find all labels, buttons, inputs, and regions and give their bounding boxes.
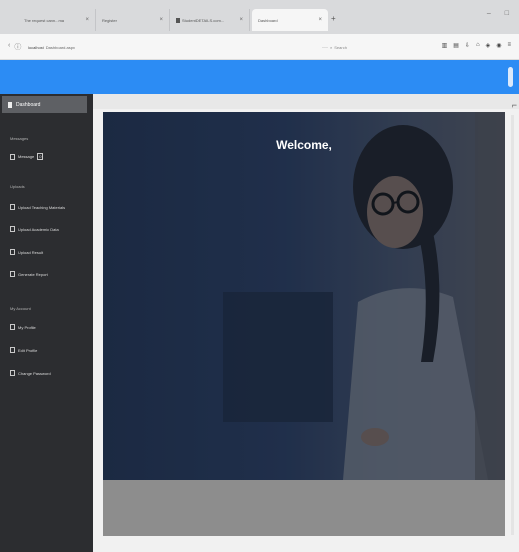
window-controls: – □: [487, 10, 509, 17]
message-icon: [10, 153, 15, 160]
tab-favicon-icon: [176, 17, 180, 23]
header-scroll-handle[interactable]: [508, 67, 513, 87]
back-icon[interactable]: ‹: [8, 42, 10, 52]
search-input[interactable]: ⌕ Search: [330, 41, 420, 54]
report-icon: [10, 271, 15, 277]
search-icon: ⌕: [330, 45, 333, 50]
profile-icon: [10, 324, 15, 330]
sidebar-item-label: Change Password: [18, 370, 51, 376]
sidebar-item-change-password[interactable]: Change Password: [10, 370, 51, 376]
sidebar-item-upload-teaching-materials[interactable]: Upload Teaching Materials: [10, 204, 65, 210]
sidebar-heading-messages: Messages: [10, 136, 29, 141]
sidebar-item-label: Message: [18, 154, 35, 159]
browser-tabstrip: The request cann...ma × Register × Stude…: [0, 0, 519, 34]
upload-icon: [10, 204, 15, 210]
sidebar-item-generate-report[interactable]: Generate Report: [10, 271, 48, 277]
browser-toolbar: ▥ ▤ ⇩ ⌂ ◈ ◉ ≡: [442, 42, 511, 49]
tab-dashboard[interactable]: Dashboard ×: [252, 9, 328, 31]
sidebar-item-edit-profile[interactable]: Edit Profile: [10, 347, 37, 353]
browser-navbar: ‹ ⓘ localhost Dashboard.aspx ··· ⌕ Searc…: [0, 34, 519, 60]
sidebar-item-label: Upload Academic Data: [18, 226, 59, 232]
sidebar-item-dashboard[interactable]: Dashboard: [2, 96, 87, 113]
welcome-banner: Welcome,: [103, 112, 505, 480]
banner-photo-illustration: [103, 112, 505, 480]
page-actions-icon[interactable]: ···: [322, 45, 328, 51]
sidebar-item-label: Dashboard: [16, 101, 41, 108]
download-icon[interactable]: ⇩: [465, 42, 470, 49]
sidebar-item-upload-result[interactable]: Upload Result: [10, 249, 43, 255]
tab-label: The request cann...ma: [24, 17, 65, 23]
sidebar-item-label: Edit Profile: [18, 347, 38, 353]
close-tab-icon[interactable]: ×: [81, 17, 89, 23]
minimize-button[interactable]: –: [487, 10, 491, 17]
url-bar[interactable]: localhost Dashboard.aspx ···: [28, 41, 328, 54]
sidebar-item-message[interactable]: Message 0: [10, 153, 44, 160]
extension-icon[interactable]: ◉: [496, 42, 501, 49]
dashboard-icon: [8, 101, 12, 108]
key-icon: [10, 370, 15, 376]
tab-register[interactable]: Register ×: [96, 9, 170, 31]
tab-label: Dashboard: [258, 17, 278, 23]
home-icon[interactable]: ⌂: [476, 42, 480, 49]
edit-icon: [10, 347, 15, 353]
app-header: [0, 60, 519, 94]
sidebar-item-label: Upload Teaching Materials: [18, 204, 66, 210]
sidebar-heading-my-account: My Account: [10, 306, 31, 311]
new-tab-icon[interactable]: +: [331, 14, 336, 23]
info-icon[interactable]: ⓘ: [14, 42, 21, 52]
tab-error[interactable]: The request cann...ma ×: [18, 9, 96, 31]
banner-overlay: [103, 112, 505, 480]
maximize-button[interactable]: □: [505, 10, 509, 17]
sidebar-item-label: Generate Report: [18, 271, 48, 277]
page-scrollbar[interactable]: [511, 115, 514, 535]
search-placeholder: Search: [334, 45, 347, 50]
url-path: Dashboard.aspx: [45, 45, 75, 50]
upload-icon: [10, 249, 15, 255]
close-tab-icon[interactable]: ×: [314, 17, 322, 23]
menu-icon[interactable]: ≡: [507, 42, 511, 49]
url-host: localhost: [28, 45, 44, 50]
sidebar-item-label: Upload Result: [18, 249, 44, 255]
tab-label: StudentDETAILS.com...: [182, 17, 225, 23]
sidebar-icon[interactable]: ▤: [453, 42, 459, 49]
close-tab-icon[interactable]: ×: [155, 17, 163, 23]
resize-icon[interactable]: ⌐: [512, 100, 517, 110]
sidebar-item-label: My Profile: [18, 324, 36, 330]
tab-student-details[interactable]: StudentDETAILS.com... ×: [170, 9, 250, 31]
banner-bottom-band: [103, 480, 505, 536]
welcome-heading: Welcome,: [276, 138, 332, 152]
shield-icon[interactable]: ◈: [486, 42, 491, 49]
sidebar-item-my-profile[interactable]: My Profile: [10, 324, 36, 330]
message-count-badge: 0: [37, 153, 44, 160]
close-tab-icon[interactable]: ×: [235, 17, 243, 23]
nav-buttons: ‹ ⓘ: [8, 42, 21, 52]
content-top-strip: [93, 94, 519, 109]
sidebar-item-upload-academic-data[interactable]: Upload Academic Data: [10, 226, 59, 232]
sidebar: Dashboard Messages Message 0 Uploads Upl…: [0, 94, 93, 552]
tab-label: Register: [102, 17, 117, 23]
upload-icon: [10, 226, 15, 232]
library-icon[interactable]: ▥: [442, 42, 448, 49]
sidebar-heading-uploads: Uploads: [10, 184, 25, 189]
